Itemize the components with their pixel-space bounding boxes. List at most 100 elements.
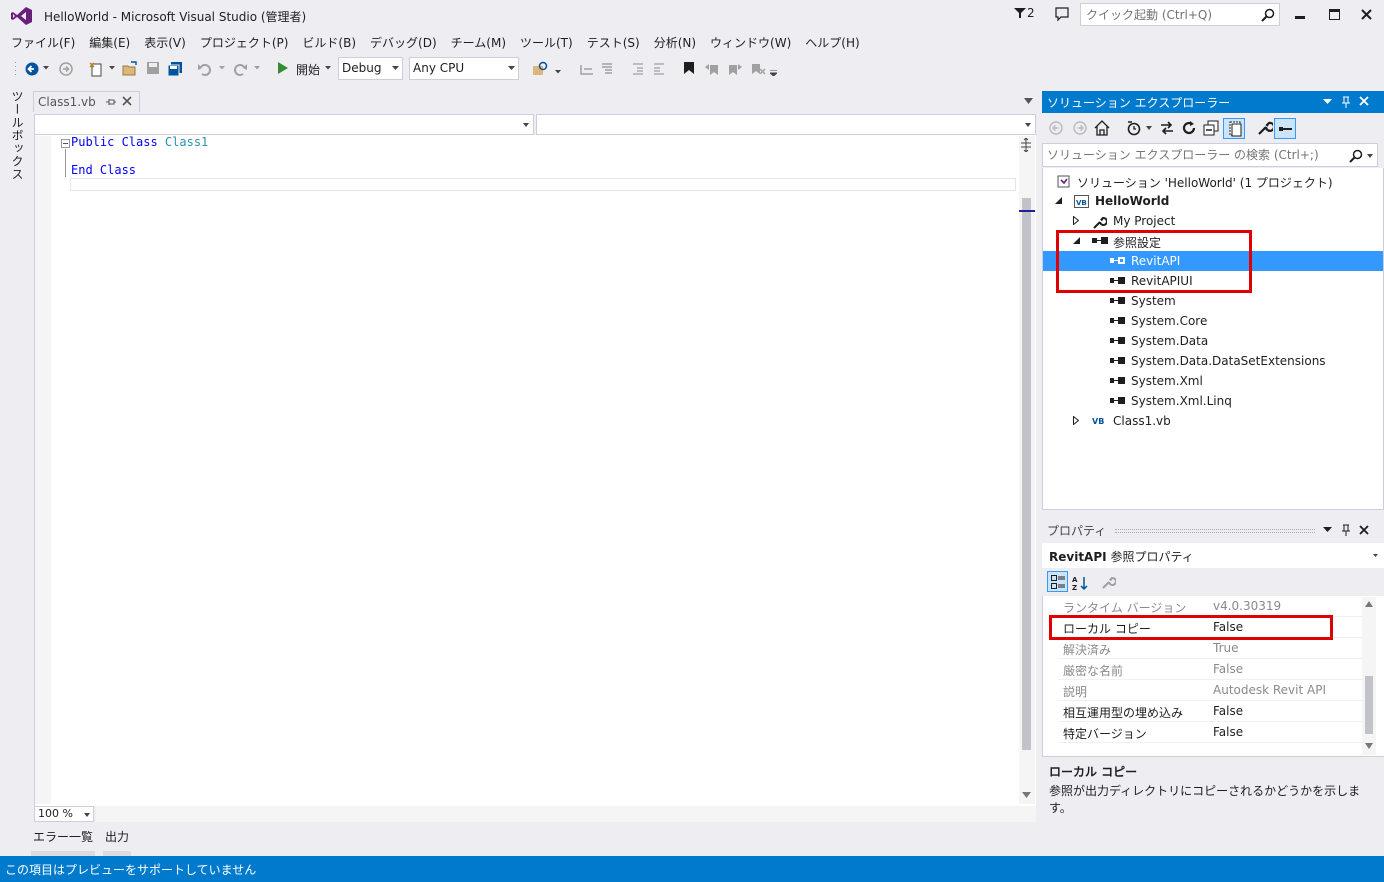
close-icon[interactable] — [1359, 96, 1369, 106]
solution-configuration-select[interactable]: Debug — [338, 57, 403, 80]
collapsed-arrow-icon[interactable] — [1073, 416, 1079, 425]
tree-item-system-data-datasetextensions[interactable]: System.Data.DataSetExtensions — [1043, 351, 1383, 371]
sync-with-document-icon[interactable] — [1160, 120, 1174, 136]
quick-launch-box[interactable] — [1080, 3, 1280, 26]
navigate-forward-icon[interactable] — [58, 61, 74, 77]
prop-value[interactable]: False — [1213, 725, 1243, 739]
tree-item-my-project[interactable]: My Project — [1043, 211, 1383, 231]
chevron-down-icon[interactable] — [254, 66, 260, 70]
search-icon[interactable] — [1349, 149, 1363, 163]
error-list-tab[interactable]: エラー一覧 — [31, 828, 96, 856]
outdent-icon[interactable] — [651, 61, 667, 77]
menu-window[interactable]: ウィンドウ(W) — [703, 32, 798, 52]
preview-selected-items-button[interactable] — [1274, 118, 1296, 139]
tree-item-system-xml-linq[interactable]: System.Xml.Linq — [1043, 391, 1383, 411]
save-all-icon[interactable] — [167, 61, 183, 77]
play-icon[interactable] — [277, 61, 289, 75]
notifications-button[interactable]: 2 — [1014, 6, 1035, 20]
back-icon[interactable] — [1049, 121, 1063, 135]
open-file-icon[interactable] — [122, 61, 138, 77]
editor-horizontal-scrollbar[interactable] — [96, 806, 1036, 822]
categorized-button[interactable] — [1047, 571, 1068, 592]
menu-test[interactable]: テスト(S) — [580, 32, 647, 52]
tree-item-solution[interactable]: ソリューション 'HelloWorld' (1 プロジェクト) — [1043, 171, 1383, 191]
pin-icon[interactable] — [105, 96, 117, 108]
solution-platform-select[interactable]: Any CPU — [409, 57, 519, 80]
clear-bookmarks-icon[interactable] — [750, 61, 766, 77]
editor-scroll-thumb[interactable] — [1022, 198, 1031, 750]
chevron-down-icon[interactable] — [219, 66, 225, 70]
split-editor-icon[interactable] — [1020, 138, 1032, 152]
bookmark-icon[interactable] — [683, 61, 695, 75]
prop-row-embed-interop-types[interactable]: 相互運用型の埋め込み False — [1058, 701, 1363, 722]
save-icon[interactable] — [146, 61, 160, 75]
new-project-icon[interactable] — [88, 61, 104, 77]
toolbox-tab[interactable]: ツールボックス — [9, 90, 26, 181]
prop-row-description[interactable]: 説明 Autodesk Revit API — [1058, 680, 1363, 701]
redo-icon[interactable] — [232, 61, 248, 77]
alphabetical-sort-icon[interactable]: AZ — [1072, 575, 1088, 591]
collapse-all-icon[interactable] — [1203, 120, 1219, 136]
members-navigation-select[interactable] — [536, 114, 1036, 135]
document-tab-class1[interactable]: Class1.vb — [33, 91, 140, 112]
code-editor[interactable] — [34, 135, 1036, 806]
tree-item-system-core[interactable]: System.Core — [1043, 311, 1383, 331]
tree-item-system-xml[interactable]: System.Xml — [1043, 371, 1383, 391]
comment-out-icon[interactable] — [579, 61, 595, 77]
maximize-button[interactable] — [1322, 4, 1346, 24]
menu-file[interactable]: ファイル(F) — [4, 32, 82, 52]
output-tab[interactable]: 出力 — [103, 828, 132, 856]
close-icon[interactable] — [122, 96, 132, 106]
forward-icon[interactable] — [1073, 121, 1087, 135]
chevron-down-icon[interactable] — [1367, 154, 1373, 158]
properties-object-select[interactable]: RevitAPI 参照プロパティ — [1042, 543, 1384, 568]
menu-project[interactable]: プロジェクト(P) — [193, 32, 296, 52]
chevron-down-icon[interactable] — [555, 70, 561, 74]
chevron-down-icon[interactable] — [1146, 126, 1152, 130]
menu-team[interactable]: チーム(M) — [444, 32, 513, 52]
properties-scroll-thumb[interactable] — [1365, 676, 1373, 734]
collapsed-arrow-icon[interactable] — [1073, 216, 1079, 225]
menu-analyze[interactable]: 分析(N) — [647, 32, 703, 52]
next-bookmark-icon[interactable] — [727, 61, 743, 77]
window-position-menu-icon[interactable] — [1323, 99, 1332, 104]
tree-item-system[interactable]: System — [1043, 291, 1383, 311]
show-all-files-button[interactable] — [1223, 118, 1245, 139]
pin-icon[interactable] — [1341, 524, 1351, 536]
indent-icon[interactable] — [630, 61, 646, 77]
tree-item-class1-vb[interactable]: VB Class1.vb — [1043, 411, 1383, 431]
previous-bookmark-icon[interactable] — [704, 61, 720, 77]
start-button[interactable]: 開始 — [296, 61, 320, 78]
scroll-up-icon[interactable] — [1365, 601, 1373, 607]
close-window-button[interactable] — [1354, 4, 1378, 24]
expanded-arrow-icon[interactable] — [1055, 197, 1062, 204]
scroll-down-icon[interactable] — [1022, 792, 1031, 798]
prop-row-strong-name[interactable]: 厳密な名前 False — [1058, 659, 1363, 680]
menu-build[interactable]: ビルド(B) — [295, 32, 363, 52]
chevron-down-icon[interactable] — [325, 66, 331, 70]
menu-debug[interactable]: デバッグ(D) — [363, 32, 444, 52]
tab-overflow-icon[interactable] — [1024, 98, 1033, 104]
menu-help[interactable]: ヘルプ(H) — [798, 32, 866, 52]
prop-row-resolved[interactable]: 解決済み True — [1058, 638, 1363, 659]
menu-view[interactable]: 表示(V) — [137, 32, 193, 52]
chevron-down-icon[interactable] — [109, 66, 115, 70]
zoom-level-select[interactable]: 100 % — [34, 806, 94, 822]
solution-explorer-search[interactable] — [1042, 143, 1378, 167]
properties-wrench-icon[interactable] — [1257, 120, 1273, 136]
feedback-icon[interactable] — [1054, 6, 1070, 22]
minimize-button[interactable] — [1288, 4, 1312, 24]
types-navigation-select[interactable] — [34, 114, 534, 135]
navigate-back-icon[interactable] — [24, 61, 40, 77]
property-pages-icon[interactable] — [1102, 575, 1116, 589]
pin-icon[interactable] — [1341, 96, 1351, 108]
home-icon[interactable] — [1094, 120, 1110, 136]
refresh-icon[interactable] — [1181, 120, 1197, 136]
find-in-files-icon[interactable] — [532, 61, 548, 77]
search-icon[interactable] — [1261, 8, 1275, 22]
close-icon[interactable] — [1359, 525, 1369, 535]
prop-row-runtime-version[interactable]: ランタイム バージョン v4.0.30319 — [1058, 596, 1363, 617]
scroll-down-icon[interactable] — [1365, 743, 1373, 749]
collapse-region-icon[interactable] — [61, 139, 70, 148]
toolbar-options-icon[interactable] — [770, 70, 777, 76]
